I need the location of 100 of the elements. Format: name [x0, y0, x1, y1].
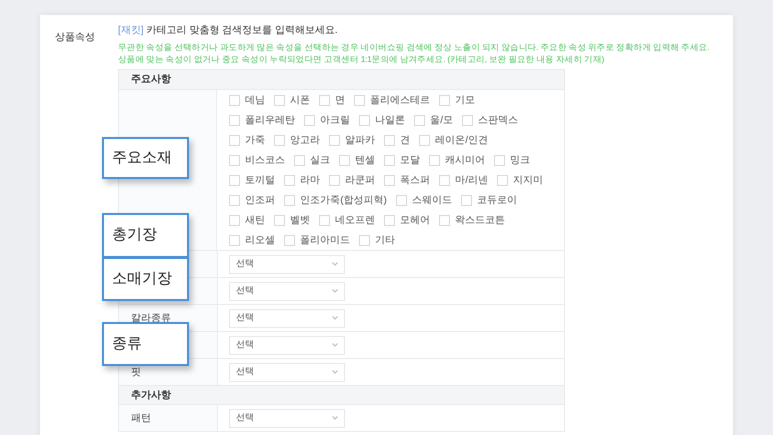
checkbox-option[interactable]: 코듀로이 — [460, 192, 517, 208]
checkbox[interactable] — [229, 154, 240, 166]
checkbox-option[interactable]: 기타 — [359, 232, 396, 248]
checkbox[interactable] — [354, 94, 366, 106]
checkbox[interactable] — [439, 174, 450, 186]
chevron-down-icon — [332, 343, 338, 347]
category-tag: [재킷] — [118, 23, 144, 38]
checkbox-option[interactable]: 폭스퍼 — [384, 172, 430, 188]
select-dropdown[interactable]: 선택 — [229, 336, 345, 354]
checkbox-option[interactable]: 앙고라 — [274, 132, 320, 148]
checkbox-option[interactable]: 울/모 — [414, 112, 453, 128]
checkbox-option[interactable]: 모헤어 — [384, 212, 430, 228]
checkbox-option[interactable]: 기모 — [439, 92, 476, 108]
checkbox[interactable] — [439, 214, 450, 226]
checkbox[interactable] — [359, 234, 370, 246]
checkbox[interactable] — [497, 174, 508, 186]
checkbox-option[interactable]: 인조가죽(합성피혁) — [284, 192, 387, 208]
checkbox-option[interactable]: 레이온/인견 — [419, 132, 488, 148]
select-dropdown[interactable]: 선택 — [229, 362, 345, 382]
checkbox-option[interactable]: 나일론 — [359, 112, 406, 128]
notice-text: 무관한 속성을 선택하거나 과도하게 많은 속성을 선택하는 경우 네이버쇼핑 검색에 정상 노출이 되지 않습니다. 주요한 속성 위주로 정확하게 입력해 주세요. — [118, 41, 710, 53]
checkbox[interactable] — [359, 114, 370, 126]
checkbox-option[interactable]: 견 — [384, 132, 410, 148]
checkbox[interactable] — [304, 114, 316, 126]
checkbox[interactable] — [274, 94, 286, 106]
intro-text: 카테고리 맞춤형 검색정보를 입력해보세요. — [146, 24, 338, 38]
checkbox-option[interactable]: 지지미 — [497, 172, 543, 188]
checkbox-option[interactable]: 마/리넨 — [439, 172, 488, 188]
checkbox-option[interactable]: 비스코스 — [229, 152, 286, 168]
checkbox[interactable] — [384, 214, 396, 226]
checkbox-option[interactable]: 스판덱스 — [462, 112, 518, 128]
checkbox-option[interactable]: 폴리에스테르 — [354, 92, 430, 108]
checkbox[interactable] — [319, 94, 330, 106]
checkbox[interactable] — [384, 174, 396, 186]
chevron-down-icon — [332, 416, 338, 420]
checkbox[interactable] — [384, 154, 396, 166]
checkbox[interactable] — [419, 134, 430, 146]
checkbox[interactable] — [284, 234, 296, 246]
checkbox-option[interactable]: 캐시미어 — [429, 152, 486, 168]
select-dropdown[interactable]: 선택 — [229, 282, 345, 300]
checkbox-option[interactable]: 밍크 — [494, 152, 530, 168]
checkbox[interactable] — [494, 154, 506, 166]
callout-label: 소매기장 — [102, 257, 189, 301]
checkbox[interactable] — [229, 134, 240, 146]
checkbox-option[interactable]: 폴리우레탄 — [229, 112, 296, 128]
checkbox[interactable] — [329, 134, 340, 146]
checkbox-option[interactable]: 폴리아미드 — [284, 232, 350, 248]
group-header: 주요사항 — [119, 70, 564, 89]
group-header: 추가사항 — [119, 385, 564, 404]
checkbox-option[interactable]: 라쿤퍼 — [329, 172, 376, 188]
checkbox[interactable] — [439, 94, 450, 106]
checkbox[interactable] — [462, 114, 473, 126]
checkbox[interactable] — [229, 174, 240, 186]
checkbox-option[interactable]: 토끼털 — [229, 172, 276, 188]
checkbox-option[interactable]: 벨벳 — [274, 212, 310, 228]
checkbox[interactable] — [339, 154, 350, 166]
checkbox-option[interactable]: 네오프렌 — [319, 212, 376, 228]
checkbox[interactable] — [460, 194, 472, 206]
select-dropdown[interactable]: 선택 — [229, 254, 345, 274]
checkbox-option[interactable]: 모달 — [384, 152, 420, 168]
checkbox-option[interactable]: 시폰 — [274, 92, 310, 108]
checkbox[interactable] — [229, 94, 240, 106]
checkbox-option[interactable]: 면 — [319, 92, 346, 108]
checkbox[interactable] — [229, 114, 240, 126]
row-label: 패턴 — [131, 412, 151, 426]
checkbox[interactable] — [396, 194, 407, 206]
notice-text: 상품에 맞는 속성이 없거나 중요 속성이 누락되었다면 고객센터 1:1문의에 남겨주세요. (카테고리, 보완 필요한 내용 자세히 기재) — [118, 53, 606, 65]
checkbox[interactable] — [229, 234, 240, 246]
checkbox-option[interactable]: 라마 — [284, 172, 320, 188]
chevron-down-icon — [332, 289, 338, 293]
checkbox[interactable] — [414, 114, 426, 126]
checkbox-option[interactable]: 새틴 — [229, 212, 266, 228]
checkbox-option[interactable]: 리오셀 — [229, 232, 276, 248]
callout-label: 종류 — [102, 322, 189, 366]
checkbox[interactable] — [229, 214, 240, 226]
checkbox[interactable] — [274, 134, 286, 146]
select-dropdown[interactable]: 선택 — [229, 408, 345, 428]
checkbox-option[interactable]: 실크 — [294, 152, 330, 168]
callout-label: 주요소재 — [102, 137, 189, 179]
checkbox-option[interactable]: 알파카 — [329, 132, 376, 148]
select-dropdown[interactable]: 선택 — [229, 308, 345, 328]
checkbox-option[interactable]: 데님 — [229, 92, 266, 108]
checkbox[interactable] — [319, 214, 330, 226]
chevron-down-icon — [332, 370, 338, 374]
checkbox-option[interactable]: 스웨이드 — [396, 192, 452, 208]
chevron-down-icon — [332, 262, 338, 266]
checkbox-option[interactable]: 인조퍼 — [229, 192, 276, 208]
checkbox[interactable] — [229, 194, 240, 206]
checkbox-option[interactable]: 가죽 — [229, 132, 266, 148]
checkbox[interactable] — [294, 154, 306, 166]
checkbox-option[interactable]: 아크릴 — [304, 112, 350, 128]
checkbox[interactable] — [384, 134, 396, 146]
checkbox[interactable] — [284, 174, 296, 186]
checkbox-option[interactable]: 왁스드코튼 — [439, 212, 506, 228]
checkbox[interactable] — [284, 194, 296, 206]
section-label: 상품속성 — [55, 32, 95, 43]
checkbox[interactable] — [329, 174, 340, 186]
checkbox[interactable] — [274, 214, 286, 226]
checkbox-option[interactable]: 텐셀 — [339, 152, 376, 168]
checkbox[interactable] — [429, 154, 440, 166]
